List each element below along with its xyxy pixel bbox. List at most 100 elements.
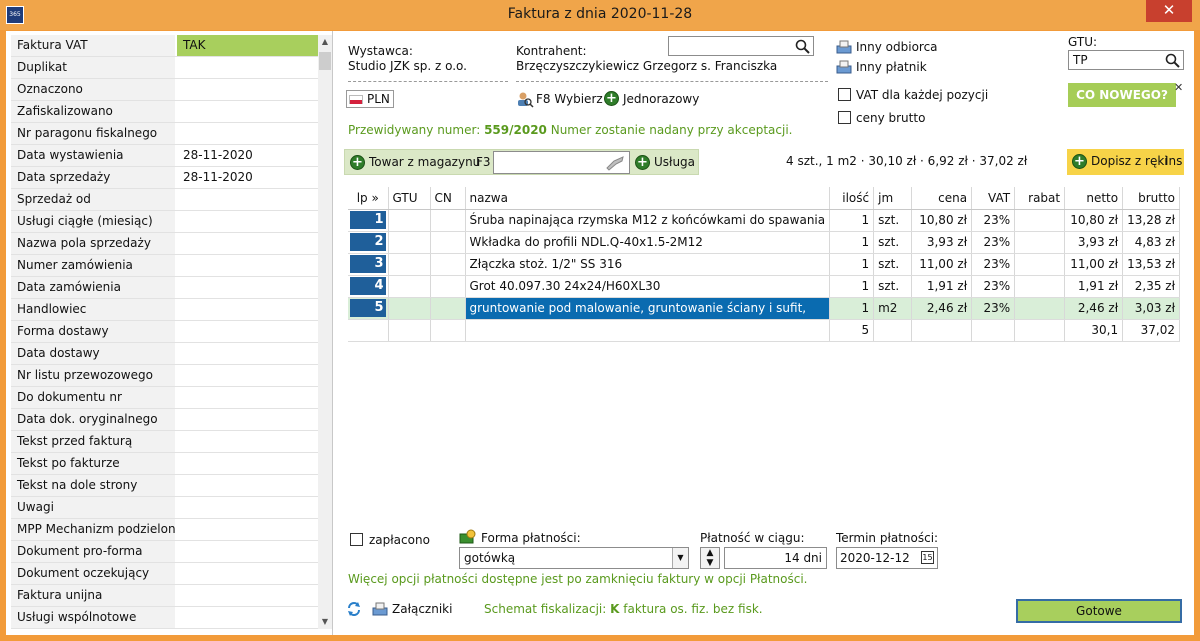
column-lp[interactable]: lp » (348, 187, 388, 210)
payment-deadline-input[interactable]: 2020-12-12 15 (836, 547, 938, 569)
property-value[interactable] (177, 409, 318, 430)
property-row[interactable]: Zafiskalizowano (11, 101, 318, 123)
column-vat[interactable]: VAT (971, 187, 1015, 210)
property-value[interactable] (177, 343, 318, 364)
property-value[interactable] (177, 541, 318, 562)
item-vat[interactable]: 23% (971, 275, 1015, 298)
payment-method-select[interactable]: gotówką ▼ (459, 547, 689, 569)
item-net[interactable]: 10,80 zł (1064, 209, 1123, 232)
column-gross[interactable]: brutto (1122, 187, 1180, 210)
item-price[interactable]: 1,91 zł (911, 275, 972, 298)
cn-cell[interactable] (429, 297, 465, 320)
property-row[interactable]: Do dokumentu nr (11, 387, 318, 409)
item-gross[interactable]: 3,03 zł (1122, 297, 1180, 320)
gross-prices-checkbox[interactable] (838, 111, 851, 124)
item-name[interactable]: Złączka stoż. 1/2" SS 316 (464, 253, 830, 276)
item-gross[interactable]: 4,83 zł (1122, 231, 1180, 254)
property-row[interactable]: Nazwa pola sprzedaży (11, 233, 318, 255)
column-price[interactable]: cena (911, 187, 972, 210)
issuer-name[interactable]: Studio JZK sp. z o.o. (348, 59, 467, 73)
property-value[interactable]: TAK (177, 35, 318, 56)
column-unit[interactable]: jm (873, 187, 912, 210)
property-value[interactable] (177, 57, 318, 78)
table-row[interactable]: 5 gruntowanie pod malowanie, gruntowanie … (348, 297, 1180, 320)
property-row[interactable]: Duplikat (11, 57, 318, 79)
item-qty[interactable]: 1 (829, 297, 874, 320)
property-row[interactable]: Oznaczono (11, 79, 318, 101)
property-value[interactable]: 28-11-2020 (177, 145, 318, 166)
lp-number[interactable]: 2 (348, 231, 388, 254)
item-price[interactable]: 2,46 zł (911, 297, 972, 320)
item-discount[interactable] (1014, 297, 1065, 320)
item-unit[interactable]: m2 (873, 297, 912, 320)
item-price[interactable]: 11,00 zł (911, 253, 972, 276)
property-value[interactable] (177, 189, 318, 210)
table-row[interactable]: 4 Grot 40.097.30 24x24/H60XL30 1 szt. 1,91 z… (348, 275, 1180, 298)
property-row[interactable]: Faktura VAT TAK (11, 35, 318, 57)
lp-number[interactable]: 5 (348, 297, 388, 320)
item-vat[interactable]: 23% (971, 297, 1015, 320)
cn-cell[interactable] (429, 253, 465, 276)
lp-number[interactable]: 4 (348, 275, 388, 298)
gtu-cell[interactable] (387, 209, 430, 232)
property-row[interactable]: Tekst przed fakturą (11, 431, 318, 453)
item-discount[interactable] (1014, 253, 1065, 276)
payment-method-icon[interactable] (459, 529, 477, 545)
property-value[interactable] (177, 233, 318, 254)
cn-cell[interactable] (429, 209, 465, 232)
item-price[interactable]: 3,93 zł (911, 231, 972, 254)
property-row[interactable]: Dokument pro-forma (11, 541, 318, 563)
cn-cell[interactable] (429, 275, 465, 298)
item-price[interactable]: 10,80 zł (911, 209, 972, 232)
contractor-name[interactable]: Brzęczyszczykiewicz Grzegorz s. Francisz… (516, 59, 777, 73)
paid-checkbox[interactable] (350, 533, 363, 546)
property-row[interactable]: Faktura unijna (11, 585, 318, 607)
item-net[interactable]: 2,46 zł (1064, 297, 1123, 320)
property-row[interactable]: Nr listu przewozowego (11, 365, 318, 387)
item-qty[interactable]: 1 (829, 253, 874, 276)
search-icon[interactable] (795, 39, 810, 54)
calendar-icon[interactable]: 15 (921, 551, 934, 564)
column-qty[interactable]: ilość (829, 187, 874, 210)
property-value[interactable] (177, 431, 318, 452)
close-button[interactable]: ✕ (1146, 0, 1192, 22)
property-row[interactable]: Data zamówienia (11, 277, 318, 299)
handwrite-button[interactable]: + Dopisz z ręki Ins (1067, 149, 1184, 175)
properties-scrollbar[interactable]: ▲ ▼ (318, 35, 332, 629)
barcode-scanner-icon[interactable] (605, 155, 625, 171)
property-value[interactable] (177, 299, 318, 320)
property-value[interactable] (177, 123, 318, 144)
chevron-down-icon[interactable]: ▼ (672, 548, 688, 568)
item-vat[interactable]: 23% (971, 231, 1015, 254)
item-gross[interactable]: 2,35 zł (1122, 275, 1180, 298)
item-unit[interactable]: szt. (873, 209, 912, 232)
whats-new-close-icon[interactable]: ✕ (1174, 81, 1183, 94)
item-name[interactable]: Grot 40.097.30 24x24/H60XL30 (464, 275, 830, 298)
item-discount[interactable] (1014, 209, 1065, 232)
item-name[interactable]: gruntowanie pod malowanie, gruntowanie ś… (464, 297, 830, 320)
property-value[interactable] (177, 79, 318, 100)
scroll-up-icon[interactable]: ▲ (318, 35, 332, 49)
done-button[interactable]: Gotowe (1016, 599, 1182, 623)
item-qty[interactable]: 1 (829, 231, 874, 254)
item-vat[interactable]: 23% (971, 253, 1015, 276)
vat-each-position-checkbox[interactable] (838, 88, 851, 101)
service-button[interactable]: Usługa (654, 155, 695, 169)
table-row[interactable]: 2 Wkładka do profili NDL.Q-40x1.5-2M12 1 sz… (348, 231, 1180, 254)
property-value[interactable] (177, 475, 318, 496)
scroll-down-icon[interactable]: ▼ (318, 615, 332, 629)
property-row[interactable]: Nr paragonu fiskalnego (11, 123, 318, 145)
contractor-search-input[interactable] (668, 36, 814, 56)
scroll-thumb[interactable] (319, 52, 331, 70)
property-value[interactable] (177, 453, 318, 474)
item-net[interactable]: 11,00 zł (1064, 253, 1123, 276)
property-row[interactable]: Usługi wspólnotowe (11, 607, 318, 629)
item-name[interactable]: Śruba napinająca rzymska M12 z końcówkam… (464, 209, 830, 232)
column-cn[interactable]: CN (429, 187, 465, 210)
gtu-cell[interactable] (387, 275, 430, 298)
gtu-cell[interactable] (387, 297, 430, 320)
table-row[interactable]: 3 Złączka stoż. 1/2" SS 316 1 szt. 11,00 zł 2… (348, 253, 1180, 276)
property-row[interactable]: Data dok. oryginalnego (11, 409, 318, 431)
property-value[interactable] (177, 519, 318, 540)
cn-cell[interactable] (429, 231, 465, 254)
